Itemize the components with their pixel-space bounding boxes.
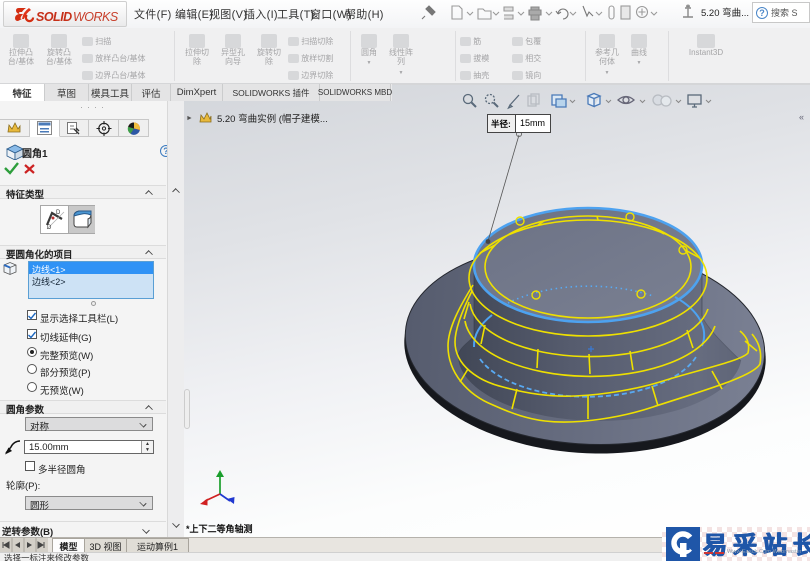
svg-text:SOLID: SOLID xyxy=(36,10,72,24)
svg-text:WORKS: WORKS xyxy=(73,10,119,24)
svg-text:5.20 弯曲...: 5.20 弯曲... xyxy=(701,7,749,19)
svg-text:D: D xyxy=(56,210,61,216)
svg-text:D: D xyxy=(47,225,52,231)
